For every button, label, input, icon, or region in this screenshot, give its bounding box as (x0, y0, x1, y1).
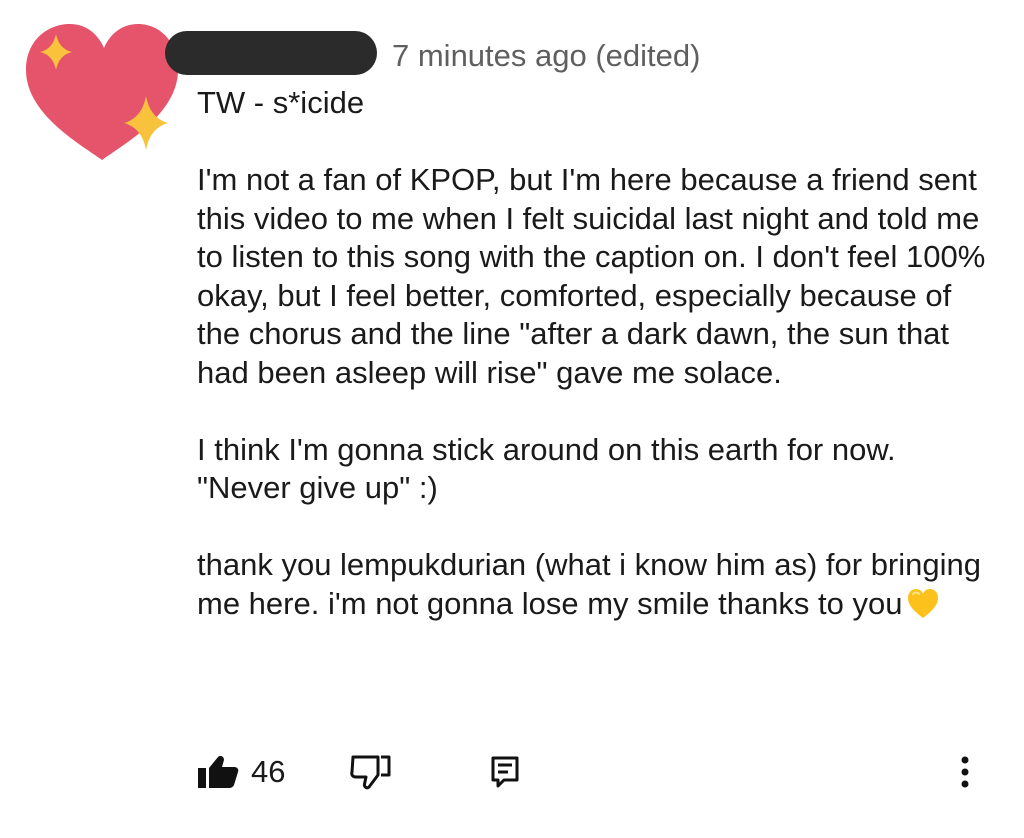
yellow-heart-icon (908, 588, 939, 618)
comment-paragraph: thank you lempukdurian (what i know him … (197, 547, 981, 621)
thumbs-up-icon (198, 756, 239, 788)
comment-paragraph: I'm not a fan of KPOP, but I'm here beca… (197, 162, 986, 390)
comment-card: 7 minutes ago (edited) TW - s*icide I'm … (0, 0, 1024, 838)
comment-timestamp[interactable]: 7 minutes ago (edited) (392, 34, 700, 78)
thumbs-down-icon (350, 755, 391, 790)
like-button[interactable]: 46 (197, 748, 285, 796)
comment-text: TW - s*icide I'm not a fan of KPOP, but … (197, 84, 987, 623)
reply-button[interactable] (490, 748, 520, 796)
comment-actions: 46 (197, 748, 997, 796)
sparkling-heart-icon[interactable] (18, 18, 188, 168)
comment-paragraph-last: thank you lempukdurian (what i know him … (197, 546, 987, 623)
like-count: 46 (251, 754, 286, 789)
more-vertical-icon (961, 756, 969, 788)
comment-paragraph: I think I'm gonna stick around on this e… (197, 431, 896, 506)
reply-icon (491, 756, 519, 788)
more-options-button[interactable] (959, 748, 971, 796)
dislike-button[interactable] (350, 748, 392, 796)
redacted-username[interactable] (165, 31, 377, 75)
content-warning: TW - s*icide (197, 85, 365, 120)
